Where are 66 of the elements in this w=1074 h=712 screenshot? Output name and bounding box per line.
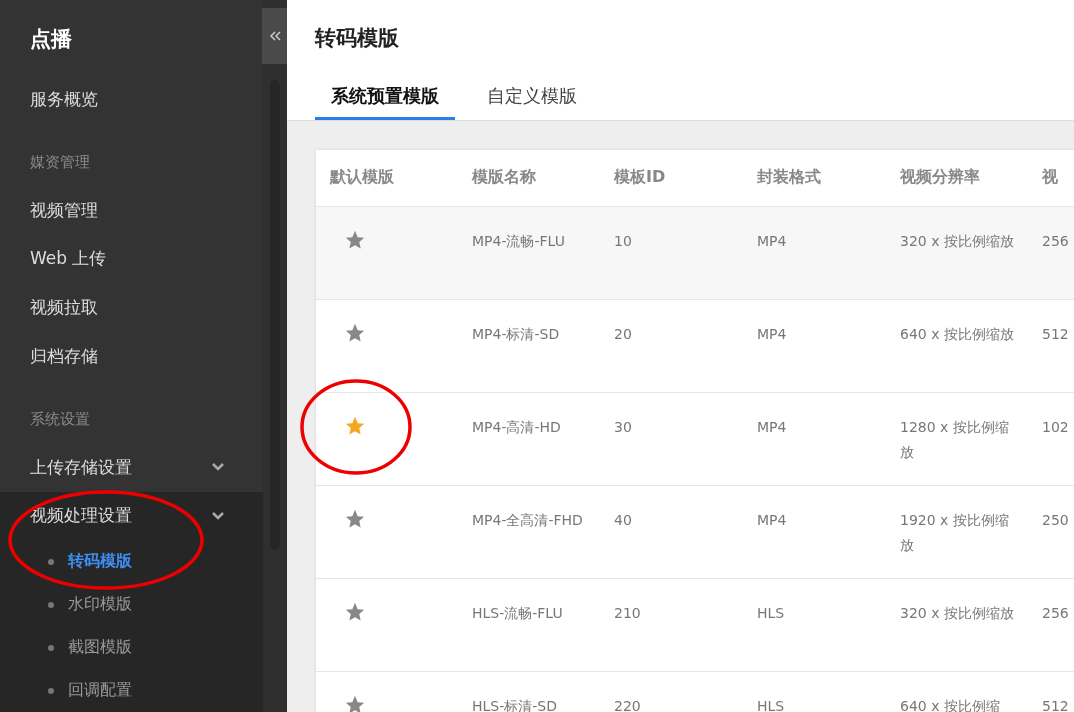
table-cell-text: HLS [756, 604, 786, 623]
nav-item[interactable]: 视频拉取 [0, 283, 263, 332]
table-cell-text: 256 [1041, 232, 1070, 251]
table-cell-text: MP4 [756, 511, 788, 530]
nav-subitem[interactable]: 回调配置 [68, 680, 132, 702]
table-cell-text: 20 [613, 325, 633, 344]
page-title: 转码模版 [315, 25, 400, 52]
table-cell-text: MP4-高清-HD [471, 418, 562, 437]
nav-group-label: 媒资管理 [29, 152, 91, 174]
nav-subitem[interactable]: 水印模版 [68, 594, 132, 616]
bullet-icon [48, 644, 54, 651]
table-cell-text: HLS-标清-SD [471, 697, 558, 712]
tab[interactable]: 系统预置模版 [315, 74, 455, 120]
star-icon[interactable] [344, 322, 366, 344]
bullet-icon [48, 687, 54, 694]
column-header: 视频分辨率 [899, 166, 981, 188]
collapse-button[interactable] [262, 8, 288, 64]
nav-item[interactable]: 服务概览 [0, 75, 263, 124]
star-icon[interactable] [344, 415, 366, 437]
nav-item[interactable]: Web 上传 [0, 234, 263, 284]
bullet-icon [48, 558, 54, 565]
column-header: 默认模版 [328, 166, 395, 188]
table-cell-text: 102 [1041, 418, 1070, 437]
table-cell-text: HLS-流畅-FLU [471, 604, 564, 623]
column-header: 视 [1041, 166, 1059, 188]
bullet-icon [48, 601, 54, 608]
table-cell-text: 1280 x 按比例缩放 [899, 418, 1010, 462]
table-cell-text: MP4-标清-SD [471, 325, 561, 344]
app-title: 点播 [29, 26, 73, 53]
chevron-down-icon [211, 510, 225, 521]
table-cell-text: MP4-流畅-FLU [471, 232, 566, 251]
table-cell-text: 40 [613, 511, 633, 530]
table-cell-text: 256 [1041, 604, 1070, 623]
tab[interactable]: 自定义模版 [471, 74, 593, 120]
nav-item[interactable]: 归档存储 [0, 331, 263, 381]
nav-subitem[interactable]: 截图模版 [68, 637, 132, 659]
table-cell-text: 320 x 按比例缩放 [899, 604, 1015, 623]
column-header: 模版名称 [471, 166, 537, 188]
table-cell-text: MP4 [756, 232, 788, 251]
table-cell-text: 210 [613, 604, 642, 623]
table-cell-text: HLS [756, 697, 786, 712]
nav-subitem[interactable]: 转码模版 [68, 551, 132, 573]
column-header: 封装格式 [756, 166, 822, 188]
double-chevron-left-icon [269, 30, 281, 42]
table-cell-text: 10 [613, 232, 633, 251]
table-cell-text: 512 [1041, 697, 1070, 712]
nav-submenu[interactable]: 上传存储设置 [30, 455, 132, 479]
table-cell-text: 30 [613, 418, 633, 437]
table-cell-text: 250 [1041, 511, 1070, 530]
star-icon[interactable] [344, 508, 366, 530]
nav-group-label: 系统设置 [29, 408, 91, 430]
nav-submenu[interactable]: 视频处理设置 [30, 504, 132, 528]
table-cell-text: MP4-全高清-FHD [471, 511, 584, 530]
column-header: 模板ID [613, 166, 667, 188]
table-cell-text: MP4 [756, 325, 788, 344]
table-cell-text: 320 x 按比例缩放 [899, 232, 1015, 251]
table-cell-text: 640 x 按比例缩放 [899, 325, 1015, 344]
nav-item[interactable]: 视频管理 [0, 186, 263, 235]
chevron-down-icon [211, 462, 225, 473]
star-icon[interactable] [344, 601, 366, 623]
table-cell-text: 220 [613, 697, 642, 712]
table-cell-text: 1920 x 按比例缩放 [899, 511, 1010, 555]
table-cell-text: 512 [1041, 325, 1070, 344]
star-icon[interactable] [344, 694, 366, 712]
table-cell-text: MP4 [756, 418, 788, 437]
star-icon[interactable] [344, 229, 366, 251]
